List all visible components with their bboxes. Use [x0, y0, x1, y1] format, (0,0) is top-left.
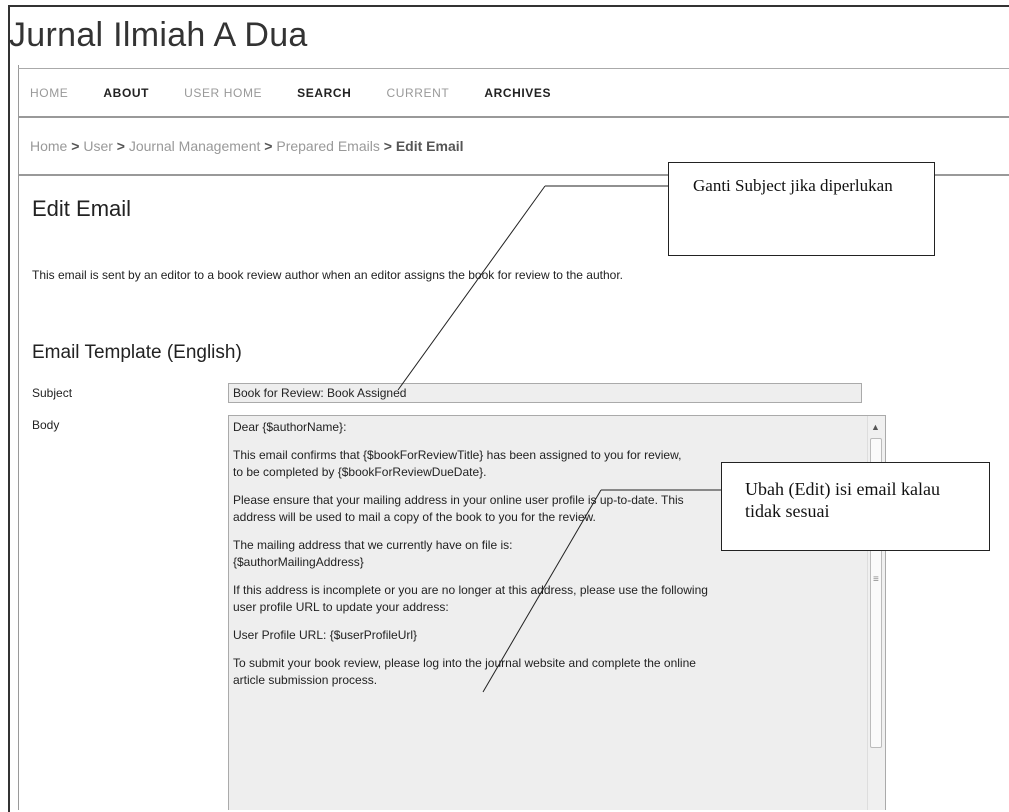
main-nav: HOME ABOUT USER HOME SEARCH CURRENT ARCH… — [30, 86, 586, 106]
divider — [18, 116, 1009, 118]
divider — [18, 68, 1009, 69]
page-description: This email is sent by an editor to a boo… — [32, 268, 623, 282]
nav-archives[interactable]: ARCHIVES — [484, 86, 551, 106]
subject-input[interactable] — [228, 383, 862, 403]
breadcrumb-prepared-emails[interactable]: Prepared Emails — [276, 138, 380, 154]
breadcrumb-current: Edit Email — [395, 138, 464, 154]
scroll-up-arrow-icon[interactable]: ▲ — [871, 422, 880, 432]
breadcrumb-separator: > — [71, 138, 84, 154]
page-title: Edit Email — [32, 196, 132, 221]
nav-search[interactable]: SEARCH — [297, 86, 351, 106]
breadcrumb-separator: > — [264, 138, 277, 154]
subject-callout: Ganti Subject jika diperlukan — [668, 162, 935, 256]
content-border — [18, 65, 19, 810]
nav-about[interactable]: ABOUT — [103, 86, 149, 106]
breadcrumb-separator: > — [116, 138, 129, 154]
nav-current[interactable]: CURRENT — [386, 86, 449, 106]
template-heading: Email Template (English) — [32, 342, 242, 363]
body-paragraph: Dear {$authorName}: — [233, 420, 347, 434]
breadcrumb: Home > User > Journal Management > Prepa… — [30, 138, 464, 154]
body-label: Body — [32, 418, 60, 432]
nav-user-home[interactable]: USER HOME — [184, 86, 262, 106]
breadcrumb-home[interactable]: Home — [30, 138, 67, 154]
site-title[interactable]: Jurnal Ilmiah A Dua — [9, 16, 308, 55]
grip-icon: ≡ — [873, 574, 879, 585]
body-callout: Ubah (Edit) isi email kalau tidak sesuai — [721, 462, 990, 551]
breadcrumb-user[interactable]: User — [83, 138, 113, 154]
nav-home[interactable]: HOME — [30, 86, 68, 106]
breadcrumb-separator: > — [383, 138, 396, 154]
body-paragraph: If this address is incomplete or you are… — [233, 583, 708, 614]
subject-label: Subject — [32, 386, 73, 400]
body-paragraph: To submit your book review, please log i… — [233, 656, 696, 687]
body-paragraph: User Profile URL: {$userProfileUrl} — [233, 628, 418, 642]
breadcrumb-journal-management[interactable]: Journal Management — [129, 138, 261, 154]
